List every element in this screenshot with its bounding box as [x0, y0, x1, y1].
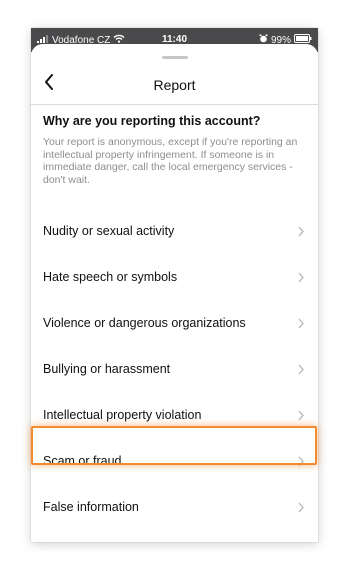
option-label: False information	[43, 500, 139, 514]
chevron-right-icon	[296, 500, 306, 514]
chevron-right-icon	[296, 224, 306, 238]
chevron-right-icon	[296, 454, 306, 468]
option-label: Hate speech or symbols	[43, 270, 178, 284]
option-scam-or-fraud[interactable]: Scam or fraud	[31, 438, 318, 484]
option-intellectual-property[interactable]: Intellectual property violation	[31, 392, 318, 438]
chevron-right-icon	[296, 408, 306, 422]
sheet-grabber[interactable]	[162, 56, 188, 59]
page-title: Report	[153, 77, 196, 93]
report-options-list: Nudity or sexual activity Hate speech or…	[31, 208, 318, 530]
option-label: Nudity or sexual activity	[43, 224, 175, 238]
option-label: Bullying or harassment	[43, 362, 171, 376]
option-label: Scam or fraud	[43, 454, 122, 468]
phone-screen: Vodafone CZ 11:40 99% Report Why are you…	[31, 28, 318, 542]
report-sheet: Report Why are you reporting this accoun…	[31, 44, 318, 542]
option-nudity[interactable]: Nudity or sexual activity	[31, 208, 318, 254]
option-false-information[interactable]: False information	[31, 484, 318, 530]
header-divider	[31, 104, 318, 105]
chevron-right-icon	[296, 362, 306, 376]
option-bullying[interactable]: Bullying or harassment	[31, 346, 318, 392]
chevron-right-icon	[296, 270, 306, 284]
report-question: Why are you reporting this account?	[43, 114, 261, 128]
option-violence[interactable]: Violence or dangerous organizations	[31, 300, 318, 346]
chevron-right-icon	[296, 316, 306, 330]
option-label: Intellectual property violation	[43, 408, 202, 422]
option-hate-speech[interactable]: Hate speech or symbols	[31, 254, 318, 300]
option-label: Violence or dangerous organizations	[43, 316, 246, 330]
report-note: Your report is anonymous, except if you'…	[43, 136, 298, 186]
